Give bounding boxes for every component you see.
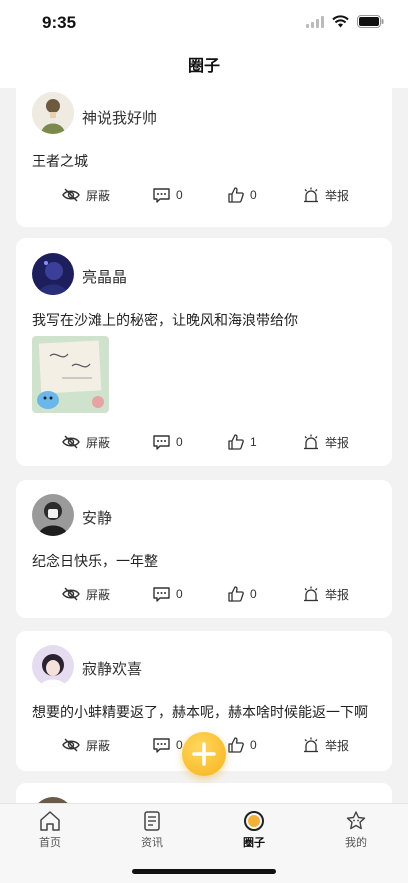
avatar-image	[32, 253, 74, 295]
post-image-art	[32, 336, 109, 413]
username[interactable]: 神说我好帅	[82, 107, 157, 128]
hide-button[interactable]: 屏蔽	[62, 584, 110, 604]
nav-bar: 圈子	[0, 48, 408, 88]
feed-list[interactable]: 神说我好帅 王者之城 屏蔽 0 0 举报 亮晶晶 我写在沙滩上的秘密，让晚风和海…	[0, 88, 408, 803]
comment-icon	[153, 586, 170, 602]
report-label: 举报	[325, 188, 350, 203]
report-button[interactable]: 举报	[303, 432, 349, 452]
like-count: 0	[250, 738, 257, 752]
comment-button[interactable]: 0	[153, 584, 183, 604]
plus-icon	[192, 742, 216, 766]
hide-button[interactable]: 屏蔽	[62, 432, 110, 452]
alarm-icon	[304, 737, 318, 753]
avatar[interactable]	[32, 92, 74, 134]
like-count: 1	[250, 435, 257, 449]
post-card[interactable]: 神说我好帅 王者之城 屏蔽 0 0 举报	[16, 88, 392, 227]
tab-profile[interactable]: 我的	[326, 810, 386, 850]
wifi-icon	[332, 15, 349, 28]
post-text: 纪念日快乐，一年整	[32, 553, 158, 569]
username[interactable]: 亮晶晶	[82, 266, 127, 287]
like-count: 0	[250, 587, 257, 601]
comment-count: 0	[176, 188, 183, 202]
like-button[interactable]: 0	[228, 735, 257, 755]
tab-news-label: 资讯	[141, 837, 163, 849]
comment-button[interactable]: 0	[153, 432, 183, 452]
home-icon	[40, 811, 60, 831]
avatar-image	[32, 92, 74, 134]
tab-home[interactable]: 首页	[20, 810, 80, 850]
tab-news[interactable]: 资讯	[122, 810, 182, 850]
comment-button[interactable]: 0	[153, 185, 183, 205]
tab-circle-label: 圈子	[243, 837, 265, 849]
hide-button[interactable]: 屏蔽	[62, 735, 110, 755]
alarm-icon	[304, 187, 318, 203]
like-count: 0	[250, 188, 257, 202]
username[interactable]: 寂静欢喜	[82, 658, 142, 679]
circle-icon	[244, 811, 264, 831]
add-post-button[interactable]	[182, 732, 226, 776]
hide-label: 屏蔽	[86, 587, 111, 602]
page-title: 圈子	[187, 58, 220, 75]
battery-icon	[357, 15, 384, 28]
like-button[interactable]: 0	[228, 584, 257, 604]
thumbs-up-icon	[228, 187, 244, 203]
tab-circle[interactable]: 圈子	[224, 810, 284, 850]
home-indicator	[132, 869, 276, 874]
like-button[interactable]: 0	[228, 185, 257, 205]
report-label: 举报	[325, 738, 350, 753]
comment-button[interactable]: 0	[153, 735, 183, 755]
hide-label: 屏蔽	[86, 435, 111, 450]
avatar-image	[32, 494, 74, 536]
report-button[interactable]: 举报	[303, 735, 349, 755]
post-text: 王者之城	[32, 153, 88, 169]
username[interactable]: 安静	[82, 507, 112, 528]
news-icon	[144, 811, 160, 831]
eye-off-icon	[62, 738, 80, 752]
comment-icon	[153, 737, 170, 753]
status-bar: 9:35	[0, 0, 408, 48]
signal-icon	[306, 15, 324, 28]
report-label: 举报	[325, 587, 350, 602]
post-actions: 屏蔽 0 1 举报	[16, 432, 392, 452]
comment-icon	[153, 187, 170, 203]
avatar[interactable]	[32, 494, 74, 536]
profile-icon	[346, 811, 366, 830]
post-text: 想要的小蚌精要返了，赫本呢，赫本啥时候能返一下啊	[32, 704, 368, 720]
comment-count: 0	[176, 435, 183, 449]
post-actions: 屏蔽 0 0 举报	[16, 185, 392, 205]
status-time: 9:35	[42, 13, 77, 32]
eye-off-icon	[62, 188, 80, 202]
avatar-image	[32, 645, 74, 687]
status-icons	[306, 15, 384, 28]
post-card[interactable]	[16, 783, 392, 803]
thumbs-up-icon	[228, 586, 244, 602]
comment-icon	[153, 434, 170, 450]
report-button[interactable]: 举报	[303, 185, 349, 205]
eye-off-icon	[62, 587, 80, 601]
report-label: 举报	[325, 435, 350, 450]
avatar[interactable]	[32, 253, 74, 295]
thumbs-up-icon	[228, 434, 244, 450]
report-button[interactable]: 举报	[303, 584, 349, 604]
hide-label: 屏蔽	[86, 738, 111, 753]
alarm-icon	[304, 586, 318, 602]
hide-label: 屏蔽	[86, 188, 111, 203]
thumbs-up-icon	[228, 737, 244, 753]
avatar[interactable]	[32, 645, 74, 687]
post-text: 我写在沙滩上的秘密，让晚风和海浪带给你	[32, 312, 298, 328]
post-actions: 屏蔽 0 0 举报	[16, 584, 392, 604]
like-button[interactable]: 1	[228, 432, 257, 452]
post-card[interactable]: 安静 纪念日快乐，一年整 屏蔽 0 0 举报	[16, 480, 392, 618]
tab-profile-label: 我的	[345, 837, 367, 849]
tab-home-label: 首页	[39, 837, 61, 849]
hide-button[interactable]: 屏蔽	[62, 185, 110, 205]
post-card[interactable]: 亮晶晶 我写在沙滩上的秘密，让晚风和海浪带给你 屏蔽 0 1 举报	[16, 238, 392, 466]
post-image[interactable]	[32, 336, 109, 413]
comment-count: 0	[176, 587, 183, 601]
eye-off-icon	[62, 435, 80, 449]
alarm-icon	[304, 434, 318, 450]
